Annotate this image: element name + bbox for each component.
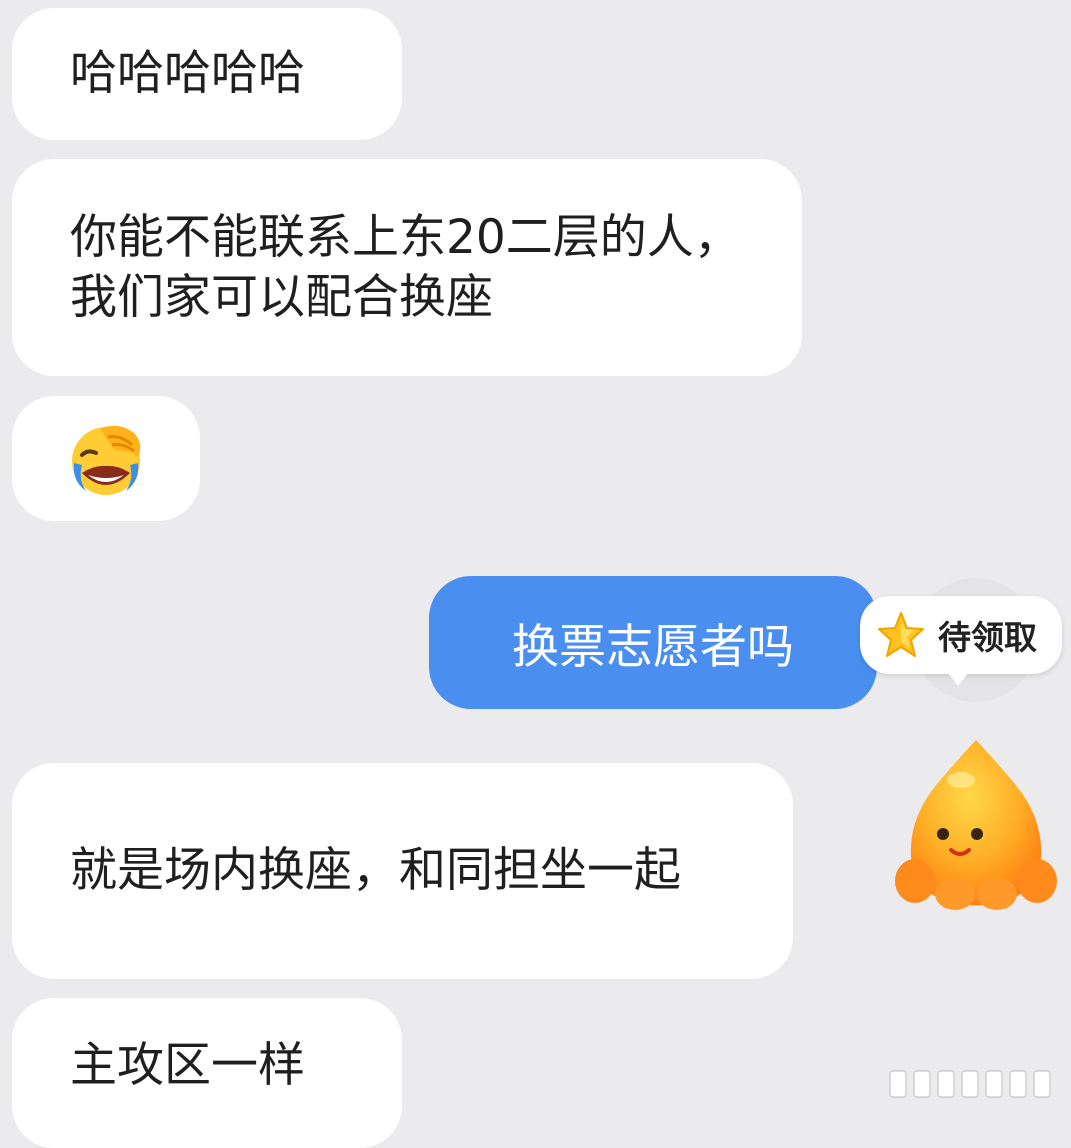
incoming-message-bubble[interactable]: 主攻区一样 — [12, 998, 402, 1148]
star-icon — [878, 612, 924, 657]
message-text: 哈哈哈哈哈 — [70, 46, 305, 101]
message-text: 就是场内换座，和同担坐一起 — [70, 843, 681, 898]
incoming-message-bubble[interactable]: 你能不能联系上东20二层的人，我们家可以配合换座 — [12, 159, 802, 376]
message-text: 你能不能联系上东20二层的人，我们家可以配合换座 — [70, 209, 741, 325]
incoming-message-bubble[interactable]: 哈哈哈哈哈 — [12, 8, 402, 140]
incoming-emoji-bubble[interactable] — [12, 396, 200, 521]
message-text: 主攻区一样 — [70, 1038, 305, 1093]
reward-badge-label: 待领取 — [938, 618, 1037, 657]
reward-badge[interactable]: 待领取 — [860, 596, 1062, 686]
mascot-icon[interactable] — [893, 736, 1059, 912]
facepalm-laughing-emoji-icon — [72, 425, 141, 495]
page-indicator-icon — [889, 1070, 1051, 1098]
incoming-message-bubble[interactable]: 就是场内换座，和同担坐一起 — [12, 763, 793, 979]
message-text: 换票志愿者吗 — [512, 620, 794, 675]
outgoing-message-bubble[interactable]: 换票志愿者吗 — [429, 576, 877, 709]
